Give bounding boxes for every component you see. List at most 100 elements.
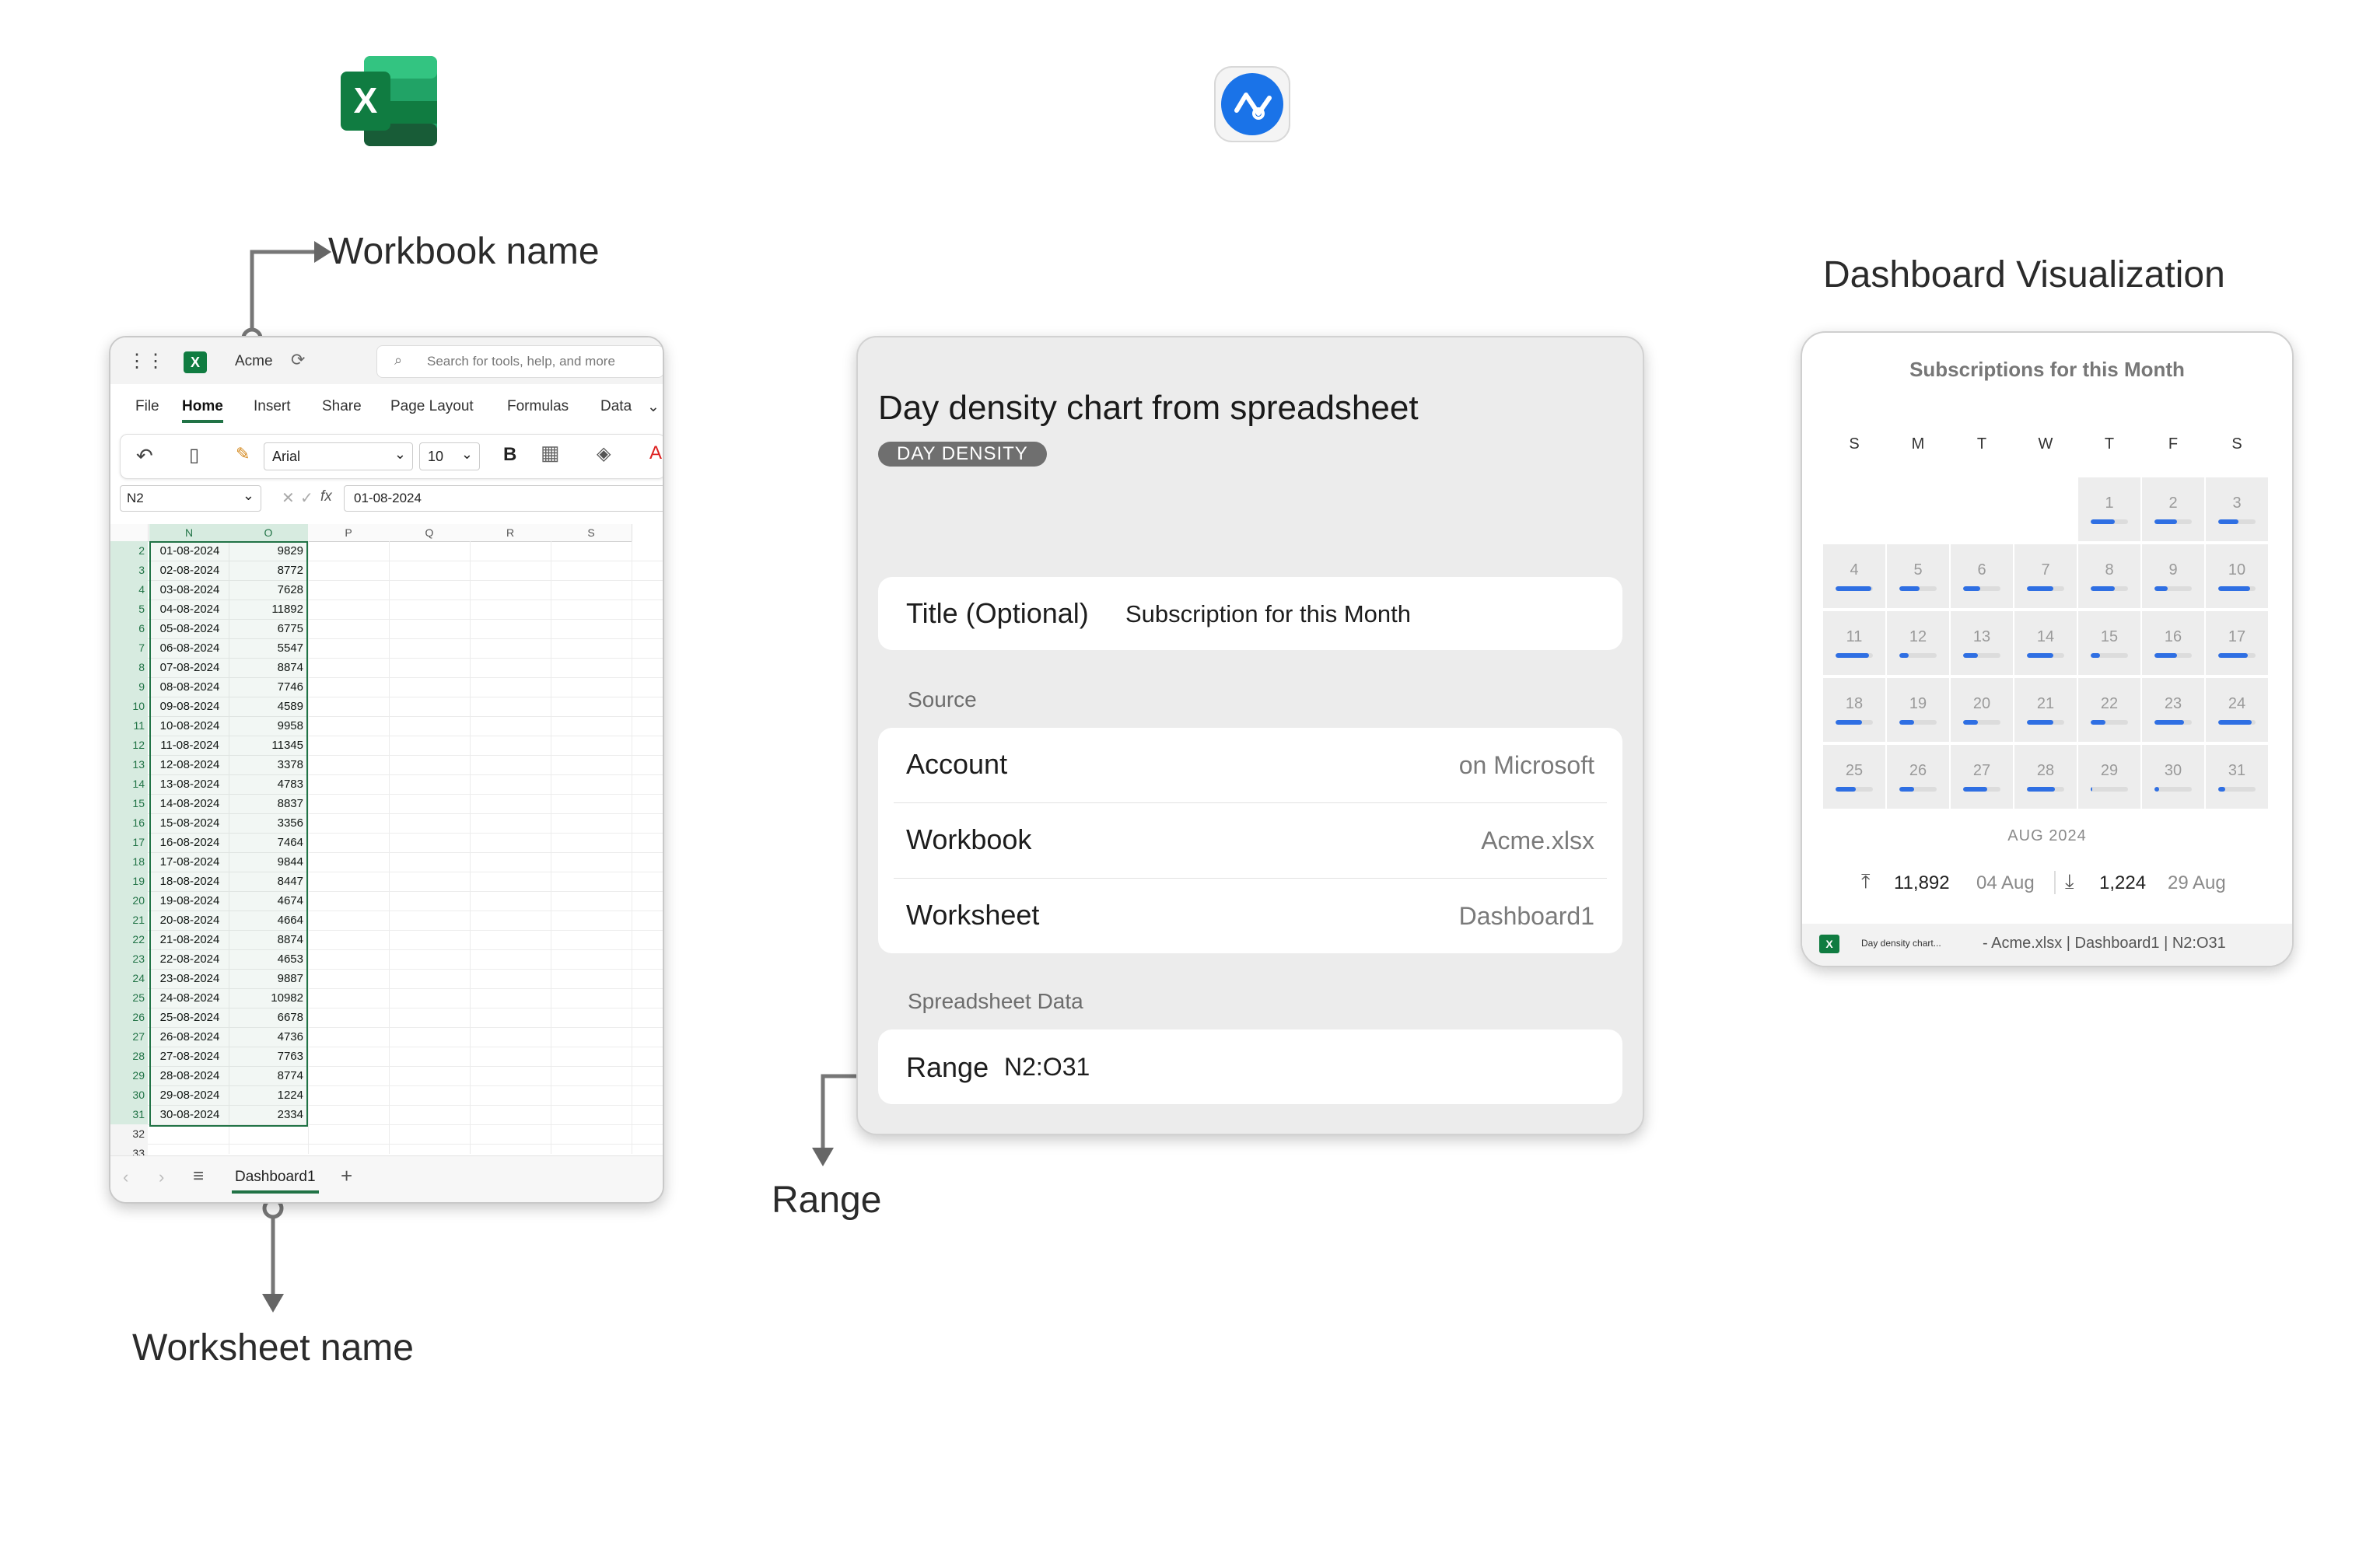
- row-header[interactable]: 22: [110, 930, 148, 949]
- row-header[interactable]: 32: [110, 1124, 148, 1144]
- table-row[interactable]: 32: [110, 1124, 663, 1145]
- add-sheet-button[interactable]: +: [341, 1164, 352, 1188]
- row-header[interactable]: 9: [110, 677, 148, 697]
- row-header[interactable]: 25: [110, 988, 148, 1008]
- calendar-day-cell[interactable]: 15: [2078, 611, 2140, 675]
- spreadsheet-grid[interactable]: N O P Q R S 2 01-08-2024 9829 3 02-08-2024 87…: [110, 524, 663, 1164]
- calendar-day-cell[interactable]: 25: [1823, 745, 1885, 809]
- row-header[interactable]: 15: [110, 794, 148, 813]
- tab-share[interactable]: Share: [322, 398, 362, 415]
- calendar-day-cell[interactable]: 23: [2142, 678, 2204, 742]
- calendar-day-cell[interactable]: 16: [2142, 611, 2204, 675]
- row-header[interactable]: 29: [110, 1066, 148, 1085]
- tab-page-layout[interactable]: Page Layout: [390, 398, 474, 415]
- column-header-q[interactable]: Q: [389, 524, 471, 542]
- chevron-down-icon[interactable]: ⌄: [647, 398, 660, 416]
- column-header-o[interactable]: O: [229, 524, 309, 542]
- row-header[interactable]: 6: [110, 619, 148, 638]
- row-header[interactable]: 27: [110, 1027, 148, 1047]
- title-field-input[interactable]: Subscription for this Month: [1125, 600, 1411, 628]
- column-header-p[interactable]: P: [308, 524, 390, 542]
- row-header[interactable]: 8: [110, 658, 148, 677]
- font-select[interactable]: Arial ⌄: [264, 442, 413, 470]
- calendar-day-cell[interactable]: 1: [2078, 477, 2140, 541]
- row-header[interactable]: 18: [110, 852, 148, 872]
- app-launcher-icon[interactable]: ⋮⋮: [128, 351, 165, 372]
- row-header[interactable]: 3: [110, 561, 148, 580]
- function-icon[interactable]: fx: [320, 488, 332, 505]
- row-header[interactable]: 31: [110, 1105, 148, 1124]
- row-header[interactable]: 24: [110, 969, 148, 988]
- calendar-day-cell[interactable]: 4: [1823, 544, 1885, 608]
- row-header[interactable]: 2: [110, 541, 148, 561]
- row-header[interactable]: 13: [110, 755, 148, 774]
- workbook-row[interactable]: Workbook Acme.xlsx: [878, 803, 1622, 878]
- calendar-day-cell[interactable]: 3: [2206, 477, 2268, 541]
- worksheet-row[interactable]: Worksheet Dashboard1: [878, 879, 1622, 953]
- tab-home[interactable]: Home: [182, 398, 223, 423]
- range-value[interactable]: N2:O31: [1004, 1053, 1090, 1082]
- row-header[interactable]: 7: [110, 638, 148, 658]
- calendar-day-cell[interactable]: 13: [1951, 611, 2013, 675]
- calendar-day-cell[interactable]: 7: [2014, 544, 2077, 608]
- prev-sheet-icon[interactable]: ‹: [123, 1167, 128, 1187]
- tab-formulas[interactable]: Formulas: [507, 398, 569, 415]
- search-box[interactable]: ⌕ Search for tools, help, and more: [376, 345, 663, 378]
- search-input[interactable]: Search for tools, help, and more: [427, 354, 615, 369]
- dashboard-widget[interactable]: Subscriptions for this Month AUG 2024 ⤒ …: [1801, 331, 2294, 967]
- calendar-day-cell[interactable]: 22: [2078, 678, 2140, 742]
- row-header[interactable]: 10: [110, 697, 148, 716]
- row-header[interactable]: 23: [110, 949, 148, 969]
- calendar-day-cell[interactable]: 21: [2014, 678, 2077, 742]
- row-header[interactable]: 26: [110, 1008, 148, 1027]
- calendar-day-cell[interactable]: 12: [1887, 611, 1949, 675]
- row-header[interactable]: 4: [110, 580, 148, 599]
- calendar-day-cell[interactable]: 2: [2142, 477, 2204, 541]
- calendar-day-cell[interactable]: 17: [2206, 611, 2268, 675]
- all-sheets-icon[interactable]: ≡: [193, 1166, 204, 1187]
- calendar-day-cell[interactable]: 20: [1951, 678, 2013, 742]
- calendar-day-cell[interactable]: 24: [2206, 678, 2268, 742]
- formula-input[interactable]: 01-08-2024: [344, 485, 663, 512]
- calendar-day-cell[interactable]: 8: [2078, 544, 2140, 608]
- range-row[interactable]: Range N2:O31: [878, 1029, 1622, 1104]
- tab-insert[interactable]: Insert: [254, 398, 291, 415]
- column-header-r[interactable]: R: [470, 524, 551, 542]
- workbook-title[interactable]: Acme: [235, 353, 273, 370]
- calendar-day-cell[interactable]: 30: [2142, 745, 2204, 809]
- tab-data[interactable]: Data: [600, 398, 632, 415]
- calendar-day-cell[interactable]: 14: [2014, 611, 2077, 675]
- fill-color-icon[interactable]: ◈: [597, 442, 611, 465]
- column-header-n[interactable]: N: [149, 524, 229, 542]
- row-header[interactable]: 19: [110, 872, 148, 891]
- calendar-day-cell[interactable]: 31: [2206, 745, 2268, 809]
- calendar-day-cell[interactable]: 18: [1823, 678, 1885, 742]
- calendar-day-cell[interactable]: 9: [2142, 544, 2204, 608]
- row-header[interactable]: 16: [110, 813, 148, 833]
- calendar-day-cell[interactable]: 6: [1951, 544, 2013, 608]
- calendar-day-cell[interactable]: 27: [1951, 745, 2013, 809]
- calendar-day-cell[interactable]: 10: [2206, 544, 2268, 608]
- name-box[interactable]: N2 ⌄: [120, 485, 261, 512]
- row-header[interactable]: 17: [110, 833, 148, 852]
- next-sheet-icon[interactable]: ›: [159, 1167, 164, 1187]
- format-painter-icon[interactable]: ✎: [236, 444, 250, 464]
- calendar-day-cell[interactable]: 26: [1887, 745, 1949, 809]
- row-header[interactable]: 5: [110, 599, 148, 619]
- undo-icon[interactable]: ↶: [136, 444, 153, 468]
- bold-button[interactable]: B: [503, 444, 516, 466]
- calendar-day-cell[interactable]: 29: [2078, 745, 2140, 809]
- tab-file[interactable]: File: [135, 398, 159, 415]
- cancel-icon[interactable]: ✕: [282, 488, 295, 508]
- confirm-icon[interactable]: ✓: [300, 488, 313, 508]
- corner-cell[interactable]: [110, 524, 149, 542]
- row-header[interactable]: 30: [110, 1085, 148, 1105]
- column-header-s[interactable]: S: [551, 524, 632, 542]
- calendar-day-cell[interactable]: 11: [1823, 611, 1885, 675]
- calendar-day-cell[interactable]: 28: [2014, 745, 2077, 809]
- row-header[interactable]: 12: [110, 736, 148, 755]
- calendar-day-cell[interactable]: 19: [1887, 678, 1949, 742]
- account-row[interactable]: Account on Microsoft: [878, 728, 1622, 802]
- font-color-icon[interactable]: A: [649, 442, 662, 464]
- calendar-day-cell[interactable]: 5: [1887, 544, 1949, 608]
